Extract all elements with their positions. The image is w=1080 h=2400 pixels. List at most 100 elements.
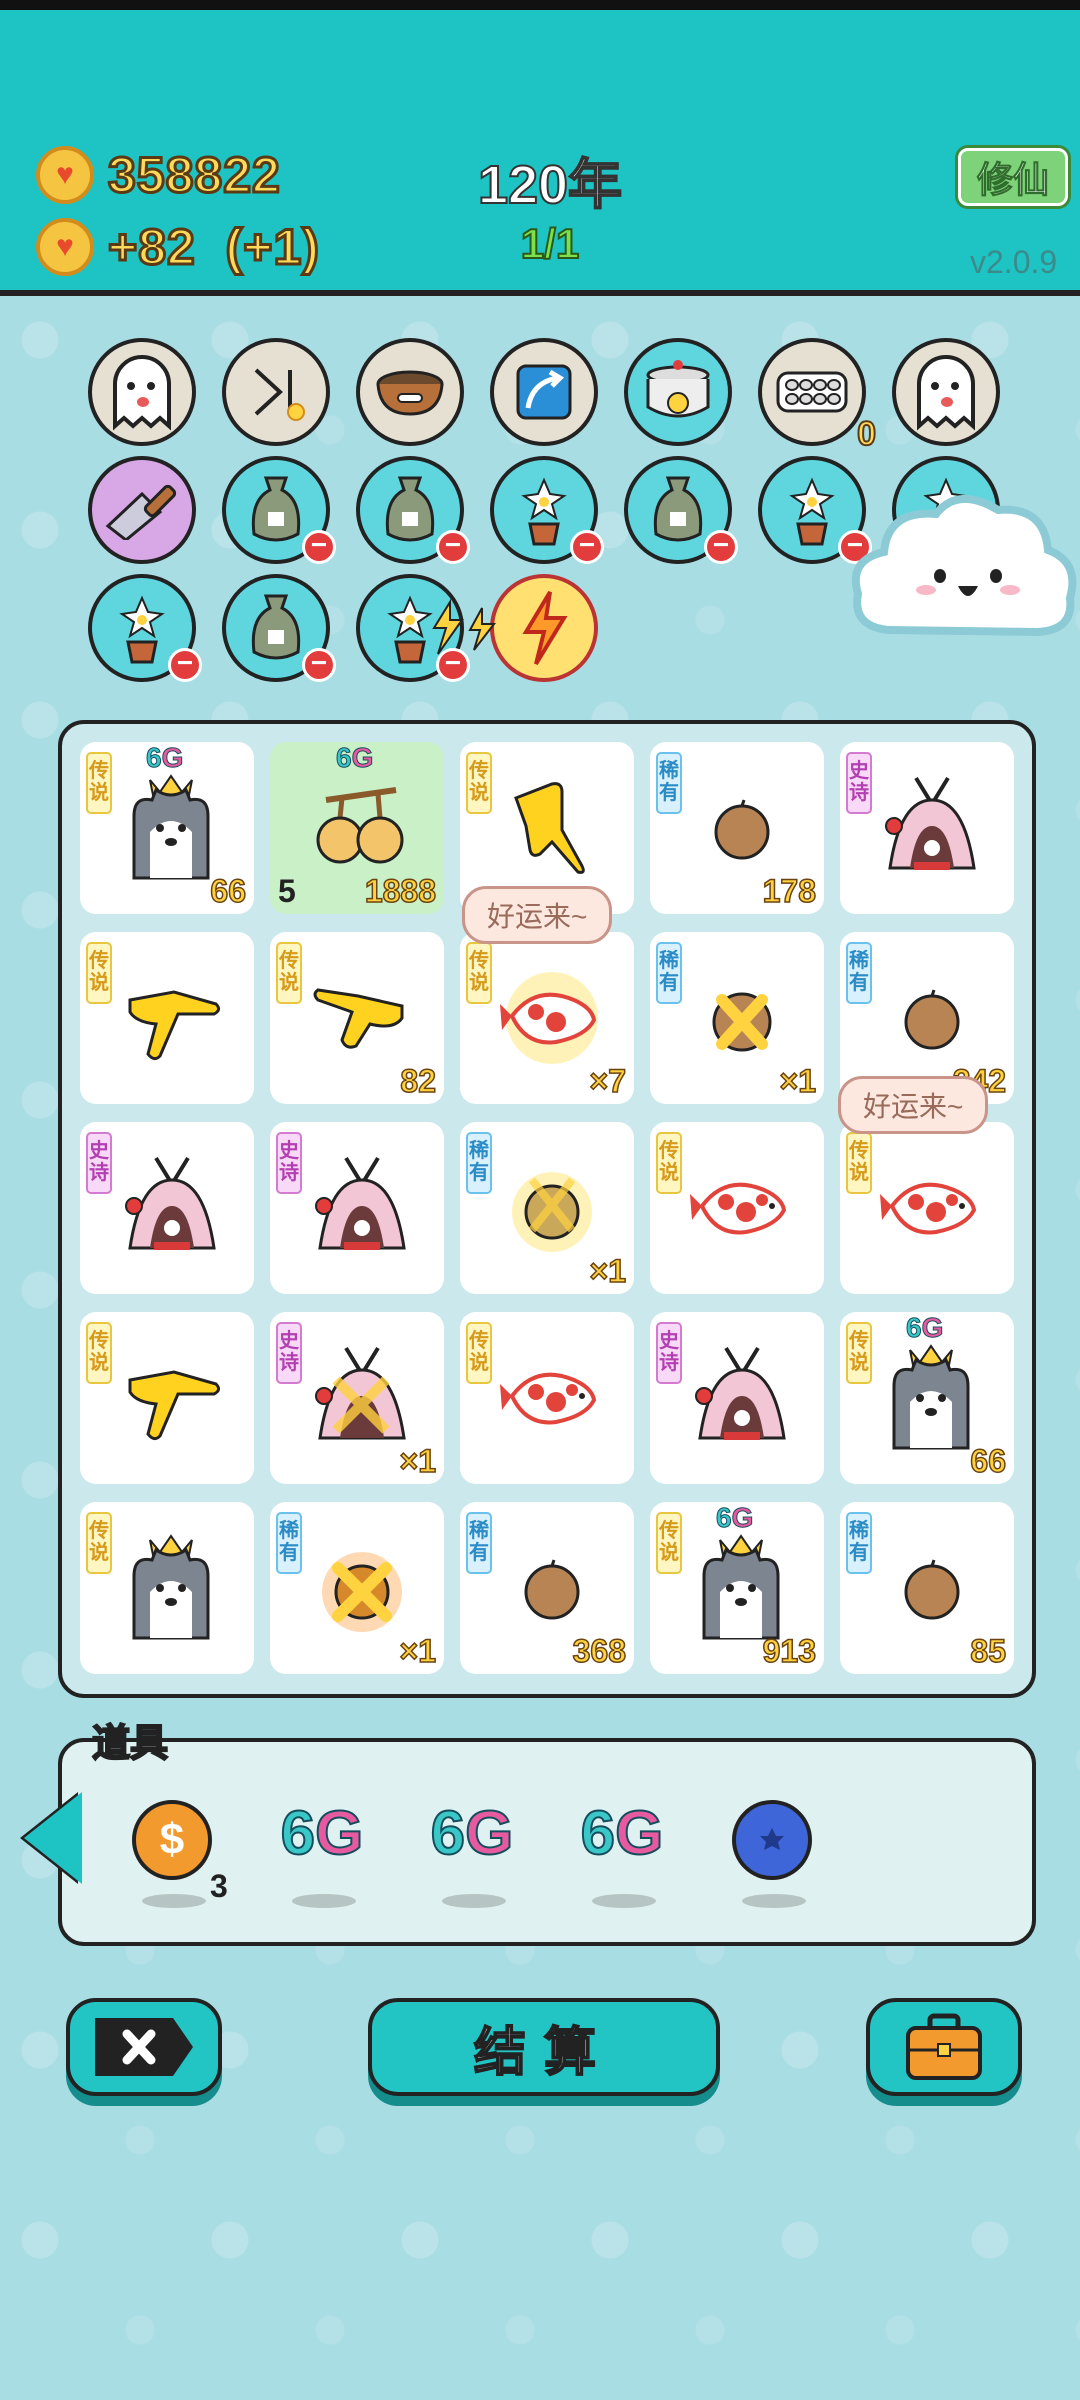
remove-icon[interactable]: − <box>302 530 336 564</box>
coins-value: 358822 <box>107 146 282 205</box>
cultivate-button[interactable]: 修仙 <box>958 148 1068 206</box>
luck-bubble: 好运来~ <box>462 886 613 944</box>
rarity-tag: 传说 <box>86 1322 112 1384</box>
cell-value: 82 <box>400 1062 437 1100</box>
slot-cell[interactable]: 稀有 85 <box>840 1502 1014 1674</box>
cell-value: 85 <box>970 1632 1007 1670</box>
husky-crown-icon <box>132 774 210 880</box>
slot-cell[interactable]: 传说 82 <box>270 932 444 1104</box>
heart-coin-icon: ♥ <box>36 218 94 276</box>
cell-value: 1888 <box>364 872 437 910</box>
rarity-tag: 传说 <box>86 752 112 814</box>
cell-value: 368 <box>572 1632 627 1670</box>
pointing-hand-left-icon <box>313 988 404 1049</box>
golden-fruits-icon <box>316 787 404 864</box>
tool-shadow <box>442 1894 506 1908</box>
slot-cell[interactable]: 传说 6G 66 <box>80 742 254 914</box>
slot-cell[interactable]: 史诗 ×1 <box>270 1312 444 1484</box>
tool-coin[interactable]: $ 3 <box>112 1798 232 1908</box>
briefcase-icon <box>906 2013 982 2080</box>
slot-cell[interactable]: 传说 <box>80 1502 254 1674</box>
remove-icon[interactable]: − <box>704 530 738 564</box>
rarity-tag: 传说 <box>466 942 492 1004</box>
slot-cell[interactable]: 稀有 ×1 <box>650 932 824 1104</box>
cell-value: 178 <box>762 872 817 910</box>
rarity-tag: 稀有 <box>466 1132 492 1194</box>
settle-button[interactable]: 结算 <box>368 1998 720 2096</box>
slot-cell[interactable]: 传说 <box>650 1122 824 1294</box>
ghost-icon[interactable] <box>88 338 196 446</box>
potted-flower-icon[interactable]: − <box>490 456 604 564</box>
nut-icon <box>904 989 960 1050</box>
slot-cell[interactable]: 稀有 368 <box>460 1502 634 1674</box>
arrow-card-icon[interactable] <box>490 338 598 446</box>
sack-icon[interactable]: − <box>356 456 470 564</box>
g6-badge-icon: 6G <box>335 742 374 774</box>
egg-tray-count: 0 <box>856 414 877 454</box>
close-button[interactable] <box>66 1998 222 2096</box>
slot-cell[interactable]: 史诗 <box>840 742 1014 914</box>
tool-blueberry[interactable] <box>712 1798 832 1908</box>
scroll-left-arrow-icon[interactable] <box>24 1792 82 1884</box>
skip-icon[interactable] <box>222 338 330 446</box>
slot-cell[interactable]: 传说 6G 913 <box>650 1502 824 1674</box>
tool-6g[interactable]: 6G <box>562 1798 682 1908</box>
cloud-mascot-icon <box>851 494 1077 637</box>
bag-button[interactable] <box>866 1998 1022 2096</box>
g6-icon: 6G <box>280 1798 365 1869</box>
income-row: ♥ +82 (+1) <box>36 218 320 277</box>
sack-icon[interactable]: − <box>222 574 336 682</box>
rarity-tag: 传说 <box>846 1132 872 1194</box>
tool-6g[interactable]: 6G <box>262 1798 382 1908</box>
tool-6g[interactable]: 6G <box>412 1798 532 1908</box>
nut-icon <box>714 799 770 860</box>
cleaver-icon[interactable] <box>88 456 196 564</box>
slot-cell[interactable]: 史诗 <box>270 1122 444 1294</box>
dog-bowl-icon[interactable] <box>356 338 464 446</box>
level-counter: 1/1 <box>520 219 580 268</box>
slot-cell[interactable]: 传说 6G 66 <box>840 1312 1014 1484</box>
rabbit-tent-icon <box>885 776 976 870</box>
slot-cell[interactable]: 稀有 178 <box>650 742 824 914</box>
coin-tool-count: 3 <box>210 1868 228 1904</box>
slot-cell[interactable]: 6G 5 1888 <box>270 742 444 914</box>
nut-glow-icon <box>512 1172 592 1252</box>
husky-crown-icon <box>892 1344 970 1450</box>
lightning-icon[interactable] <box>490 574 598 682</box>
remove-icon[interactable]: − <box>168 648 202 682</box>
remove-icon[interactable]: − <box>436 530 470 564</box>
rarity-tag: 传说 <box>466 1322 492 1384</box>
rabbit-tent-icon <box>695 1346 786 1440</box>
rarity-tag: 传说 <box>86 1512 112 1574</box>
ghost-icon[interactable] <box>892 338 1000 446</box>
close-icon <box>95 2018 193 2076</box>
cell-value: ×1 <box>399 1632 437 1670</box>
slot-cell[interactable]: 稀有 ×1 <box>460 1122 634 1294</box>
slot-cell[interactable]: 稀有 ×1 <box>270 1502 444 1674</box>
year-counter: 120年 <box>477 154 623 216</box>
slot-cell[interactable]: 传说 <box>460 1312 634 1484</box>
slot-cell[interactable]: 传说 ×7 <box>460 932 634 1104</box>
slot-cell[interactable]: 传说 <box>840 1122 1014 1294</box>
nut-x-glow-icon <box>322 1552 402 1632</box>
slot-cell[interactable]: 传说 <box>80 1312 254 1484</box>
tool-shadow <box>592 1894 656 1908</box>
slot-cell[interactable]: 史诗 <box>650 1312 824 1484</box>
slot-cell[interactable]: 史诗 <box>80 1122 254 1294</box>
husky-crown-icon <box>702 1534 780 1640</box>
nut-icon <box>904 1559 960 1620</box>
cell-value: 66 <box>210 872 247 910</box>
cell-value: ×7 <box>589 1062 627 1100</box>
pot-duck-icon[interactable] <box>624 338 732 446</box>
rabbit-tent-icon <box>315 1156 406 1250</box>
rarity-tag: 稀有 <box>846 1512 872 1574</box>
sack-icon[interactable]: − <box>624 456 738 564</box>
potted-flower-icon[interactable]: − <box>88 574 202 682</box>
lightning-sparks-icon <box>432 598 497 655</box>
egg-tray-icon[interactable]: 0 <box>758 338 877 454</box>
remove-icon[interactable]: − <box>570 530 604 564</box>
status-strip <box>0 0 1080 10</box>
slot-cell[interactable]: 传说 <box>80 932 254 1104</box>
sack-icon[interactable]: − <box>222 456 336 564</box>
remove-icon[interactable]: − <box>302 648 336 682</box>
